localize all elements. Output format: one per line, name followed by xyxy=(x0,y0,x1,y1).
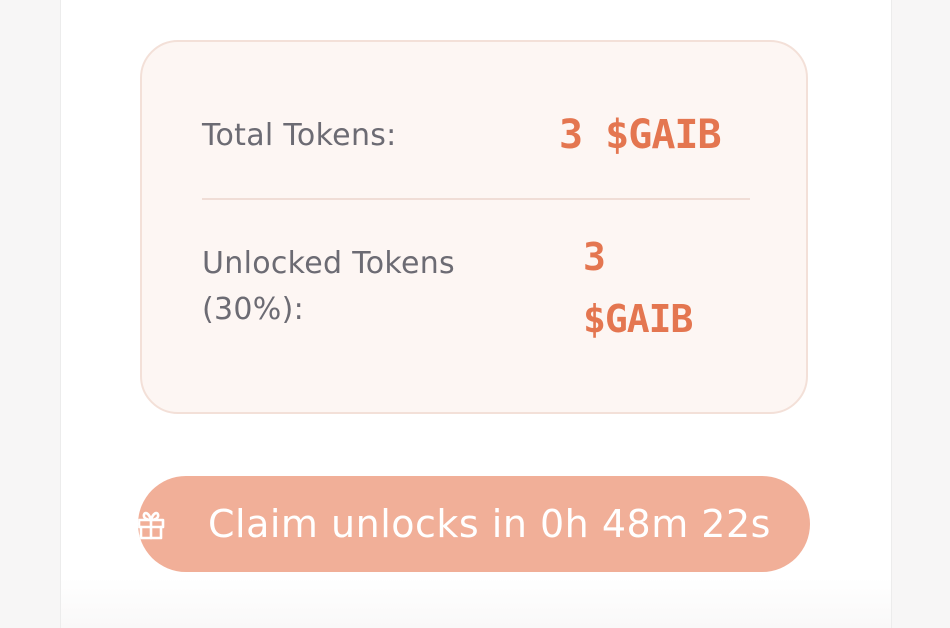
total-tokens-value: 3 $GAIB xyxy=(559,112,722,158)
unlocked-tokens-value-unit: $GAIB xyxy=(583,297,693,341)
claim-unlocks-button[interactable]: Claim unlocks in 0h 48m 22s xyxy=(138,476,810,572)
unlocked-tokens-label-line2: (30%): xyxy=(202,292,304,327)
unlocked-tokens-label: Unlocked Tokens (30%): xyxy=(202,241,502,333)
divider xyxy=(202,198,750,200)
unlocked-tokens-value: 3 $GAIB xyxy=(583,226,733,350)
unlocked-tokens-value-amount: 3 xyxy=(583,235,606,279)
gift-icon xyxy=(138,510,168,540)
total-tokens-label: Total Tokens: xyxy=(202,118,397,153)
panel-footer-shade xyxy=(61,578,891,628)
unlocked-tokens-label-line1: Unlocked Tokens xyxy=(202,246,455,281)
claim-unlocks-label: Claim unlocks in 0h 48m 22s xyxy=(208,502,771,546)
token-summary-card: Total Tokens: 3 $GAIB Unlocked Tokens (3… xyxy=(140,40,808,414)
